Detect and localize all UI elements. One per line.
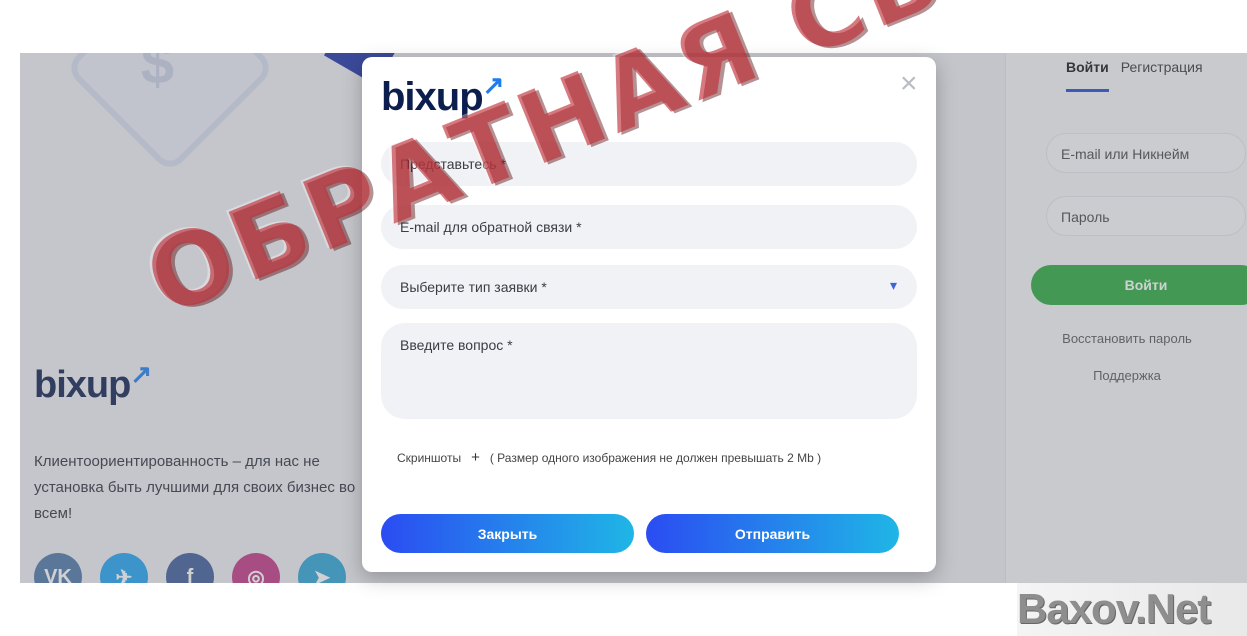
screenshots-label: Скриншоты [397, 451, 462, 465]
request-type-select[interactable]: Выберите тип заявки * ▾ [381, 265, 917, 309]
site-watermark: Baxov.Net [1017, 583, 1247, 636]
screenshots-row: Скриншоты + ( Размер одного изображения … [397, 449, 822, 468]
close-button[interactable]: Закрыть [381, 514, 634, 553]
question-placeholder: Введите вопрос * [400, 337, 513, 353]
send-button[interactable]: Отправить [646, 514, 899, 553]
site-watermark-text: Baxov.Net [1017, 585, 1211, 632]
question-textarea[interactable]: Введите вопрос * [381, 323, 917, 419]
screenshots-size-note: ( Размер одного изображения не должен пр… [489, 451, 822, 465]
add-screenshot-button[interactable]: + [471, 449, 480, 466]
chevron-down-icon: ▾ [889, 277, 897, 293]
request-type-placeholder: Выберите тип заявки * [400, 279, 547, 295]
close-icon[interactable]: × [900, 67, 918, 101]
